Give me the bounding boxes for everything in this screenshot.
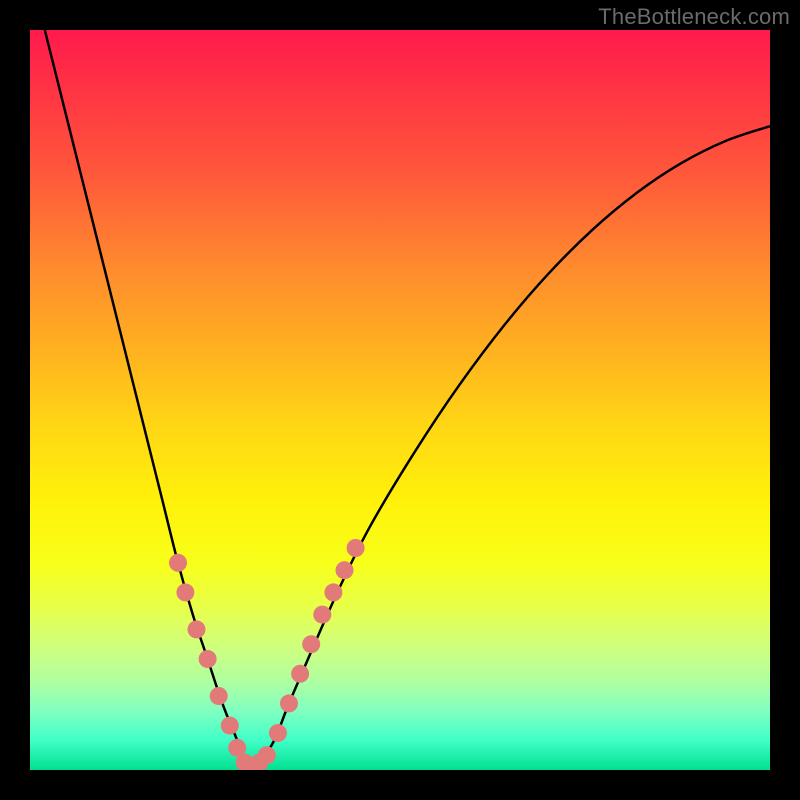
curve-marker <box>336 561 354 579</box>
v-curve <box>45 30 770 770</box>
curve-marker <box>210 687 228 705</box>
curve-marker <box>324 583 342 601</box>
chart-svg <box>30 30 770 770</box>
curve-marker <box>347 539 365 557</box>
curve-marker <box>228 739 246 757</box>
curve-marker <box>258 746 276 764</box>
curve-marker <box>269 724 287 742</box>
curve-marker <box>169 554 187 572</box>
curve-marker <box>188 620 206 638</box>
curve-marker <box>236 754 254 770</box>
marker-group <box>169 539 365 770</box>
curve-marker <box>176 583 194 601</box>
watermark-label: TheBottleneck.com <box>598 4 790 30</box>
curve-marker <box>243 761 261 770</box>
curve-marker <box>291 665 309 683</box>
curve-marker <box>199 650 217 668</box>
plot-gradient-bg <box>30 30 770 770</box>
curve-marker <box>221 717 239 735</box>
curve-marker <box>250 754 268 770</box>
curve-marker <box>280 694 298 712</box>
curve-marker <box>313 606 331 624</box>
outer-frame: TheBottleneck.com <box>0 0 800 800</box>
curve-marker <box>302 635 320 653</box>
